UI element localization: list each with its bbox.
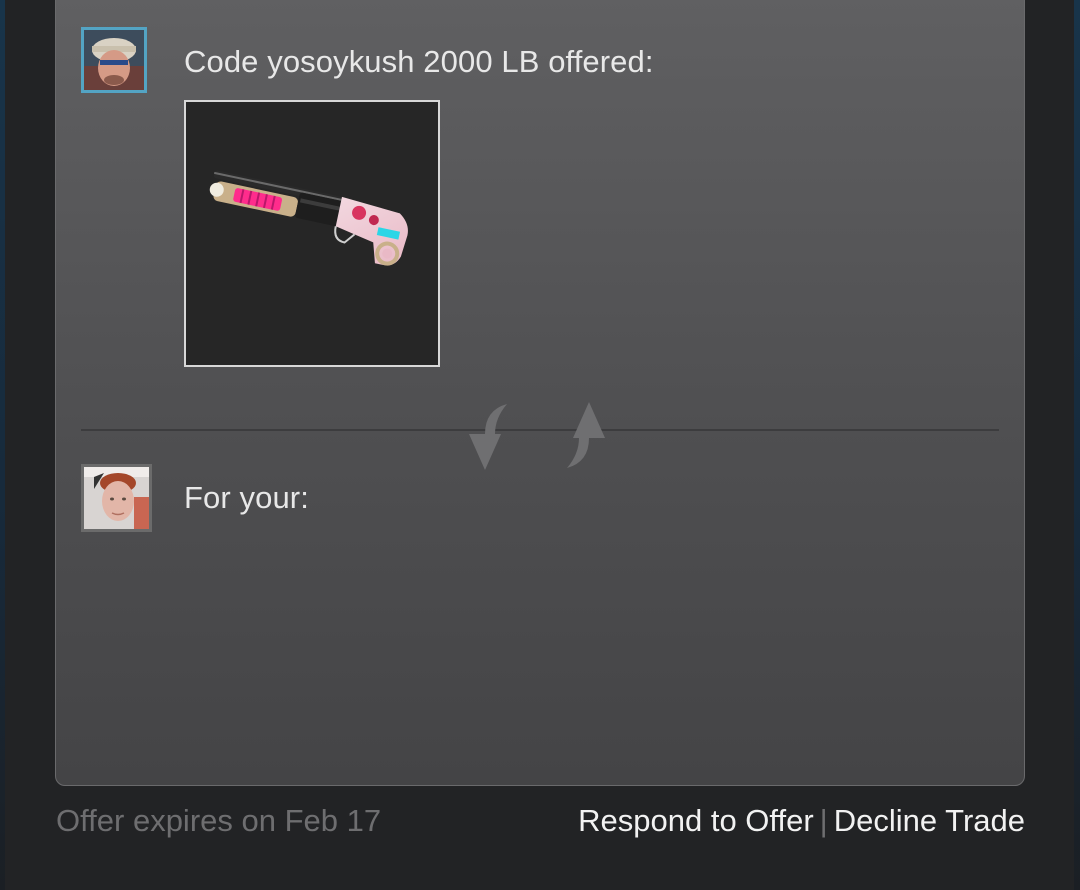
- actions-separator: |: [819, 803, 828, 838]
- offer-heading-me: For your:: [184, 480, 309, 515]
- offer-expiration-text: Offer expires on Feb 17: [56, 803, 382, 838]
- trade-arrows-icon: [469, 402, 605, 470]
- my-avatar[interactable]: [81, 464, 152, 532]
- offer-heading-them: Code yosoykush 2000 LB offered:: [184, 44, 654, 79]
- respond-to-offer-link[interactable]: Respond to Offer: [578, 803, 814, 838]
- trader-avatar[interactable]: [81, 27, 147, 93]
- left-edge-border: [0, 0, 5, 890]
- right-edge-border: [1074, 0, 1080, 890]
- my-avatar-image: [84, 467, 149, 529]
- offer-actions: Respond to Offer | Decline Trade: [578, 803, 1025, 839]
- trade-offer-page: Code yosoykush 2000 LB offered: For your…: [0, 0, 1080, 890]
- offered-item-tile[interactable]: [184, 100, 440, 367]
- shotgun-item-icon: [209, 170, 408, 266]
- decline-trade-link[interactable]: Decline Trade: [834, 803, 1025, 838]
- trader-avatar-image: [84, 30, 144, 90]
